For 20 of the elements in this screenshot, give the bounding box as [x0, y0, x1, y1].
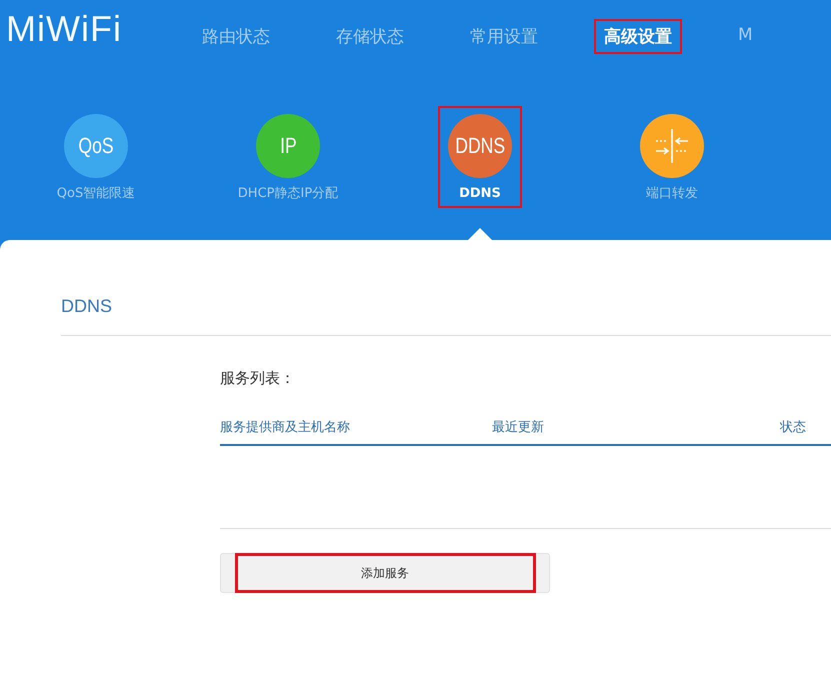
feature-icon: DDNS — [448, 114, 512, 178]
port-arrows-icon — [653, 127, 691, 165]
feature-tab[interactable]: IP DHCP静态IP分配 — [228, 106, 348, 208]
column-header: 最近更新 — [492, 419, 545, 436]
feature-tab[interactable]: QoS QoS智能限速 — [46, 106, 146, 208]
nav-tab[interactable]: 存储状态 — [326, 19, 414, 54]
column-header: 状态 — [780, 419, 807, 436]
feature-tab[interactable]: DDNS DDNS — [438, 106, 522, 208]
feature-icon: IP — [256, 114, 320, 178]
logo: MiWiFi — [5, 7, 123, 50]
column-header: 服务提供商及主机名称 — [220, 419, 351, 436]
add-service-button[interactable]: 添加服务 — [220, 553, 550, 593]
nav-tab[interactable]: 高级设置 — [594, 19, 682, 54]
section-title: DDNS — [61, 296, 831, 336]
feature-icon: QoS — [64, 114, 128, 178]
nav-tab[interactable]: M — [728, 19, 763, 54]
list-label: 服务列表： — [220, 369, 296, 388]
nav-tab[interactable]: 路由状态 — [192, 19, 280, 54]
feature-tab[interactable]: 端口转发 — [630, 106, 714, 208]
nav-tab[interactable]: 常用设置 — [460, 19, 548, 54]
